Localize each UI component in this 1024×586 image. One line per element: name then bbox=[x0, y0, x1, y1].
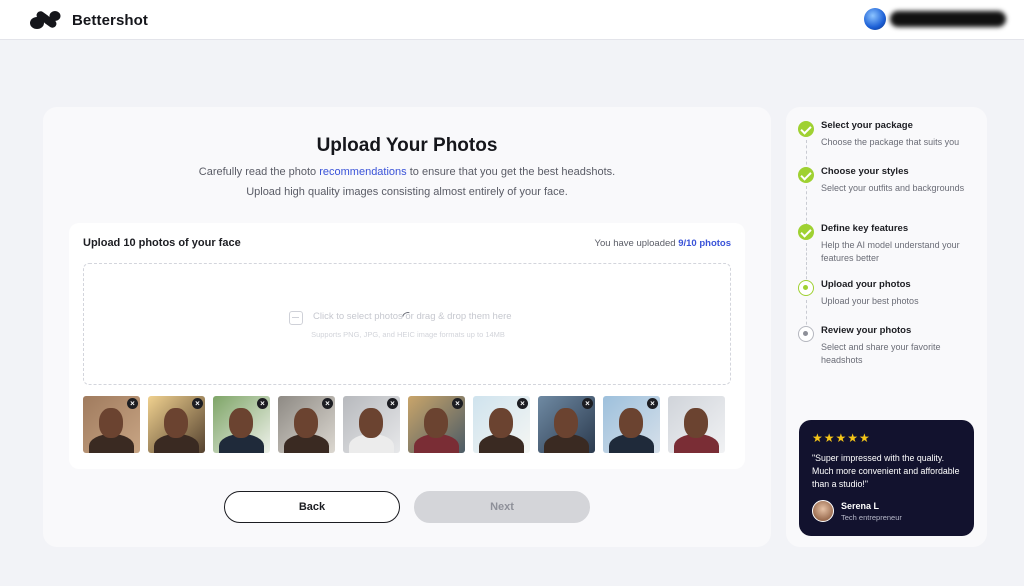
photo-thumbnail-uploading bbox=[668, 396, 725, 453]
photo-thumbnail[interactable]: × bbox=[408, 396, 465, 453]
photo-thumbnail[interactable]: × bbox=[278, 396, 335, 453]
thumbnail-face bbox=[294, 408, 318, 438]
thumbnail-face bbox=[359, 408, 383, 438]
account-menu[interactable]: ████████████ bbox=[864, 8, 1006, 30]
step-description: Choose the package that suits you bbox=[821, 137, 960, 147]
page-title: Upload Your Photos bbox=[316, 135, 498, 156]
star-rating-icon: ★★★★★ bbox=[812, 431, 871, 445]
step-title: Select your package bbox=[821, 120, 913, 131]
step-description: Select and share your favorite headshots bbox=[821, 342, 941, 365]
remove-photo-icon[interactable]: × bbox=[582, 398, 593, 409]
photo-thumbnail[interactable]: × bbox=[603, 396, 660, 453]
testimonial-card: ★★★★★ "Super impressed with the quality.… bbox=[799, 420, 974, 536]
step-description: Help the AI model understand your featur… bbox=[821, 240, 960, 263]
remove-photo-icon[interactable]: × bbox=[192, 398, 203, 409]
thumbnail-face bbox=[489, 408, 513, 438]
remove-photo-icon[interactable]: × bbox=[452, 398, 463, 409]
page-subtitle-line2: Upload high quality images consisting al… bbox=[246, 186, 568, 198]
step-connector bbox=[805, 186, 807, 226]
progress-sidebar: Select your package Choose the package t… bbox=[786, 107, 987, 547]
check-circle-icon bbox=[798, 121, 814, 137]
photo-thumbnail[interactable]: × bbox=[343, 396, 400, 453]
account-avatar[interactable] bbox=[864, 8, 886, 30]
testimonial-quote: "Super impressed with the quality. Much … bbox=[812, 453, 960, 489]
check-circle-icon bbox=[798, 224, 814, 240]
check-circle-icon bbox=[798, 167, 814, 183]
photo-thumbnail[interactable]: × bbox=[538, 396, 595, 453]
remove-photo-icon[interactable]: × bbox=[517, 398, 528, 409]
upload-panel: Upload 10 photos of your face You have u… bbox=[69, 223, 745, 469]
bettershot-logo-icon bbox=[30, 11, 61, 29]
top-bar: Bettershot ████████████ bbox=[0, 0, 1024, 40]
subtitle-suffix: to ensure that you get the best headshot… bbox=[406, 166, 616, 178]
step-title: Choose your styles bbox=[821, 166, 909, 177]
thumbnail-face bbox=[164, 408, 188, 438]
thumbnail-face bbox=[554, 408, 578, 438]
upload-card: Upload Your Photos Carefully read the ph… bbox=[43, 107, 771, 547]
thumbnail-strip: × × × × × × × × × bbox=[83, 396, 725, 453]
brand-name: Bettershot bbox=[72, 11, 149, 29]
recommendations-link[interactable]: recommendations bbox=[319, 166, 406, 178]
next-button[interactable]: Next bbox=[414, 491, 590, 523]
photo-thumbnail[interactable]: × bbox=[83, 396, 140, 453]
reviewer-role: Tech entrepreneur bbox=[841, 513, 902, 522]
step-description: Upload your best photos bbox=[821, 296, 919, 306]
remove-photo-icon[interactable]: × bbox=[127, 398, 138, 409]
thumbnail-face bbox=[99, 408, 123, 438]
photo-thumbnail[interactable]: × bbox=[148, 396, 205, 453]
subtitle-prefix: Carefully read the photo bbox=[198, 166, 320, 178]
upload-count-prefix: You have uploaded bbox=[594, 238, 679, 249]
dropzone-subtext: Supports PNG, JPG, and HEIC image format… bbox=[311, 330, 505, 339]
remove-photo-icon[interactable]: × bbox=[322, 398, 333, 409]
photo-dropzone[interactable]: Click to select photos or drag & drop th… bbox=[83, 263, 731, 385]
back-button[interactable]: Back bbox=[224, 491, 400, 523]
step-title: Define key features bbox=[821, 223, 909, 234]
reviewer-avatar bbox=[812, 500, 834, 522]
step-title: Review your photos bbox=[821, 325, 912, 336]
step-title: Upload your photos bbox=[821, 279, 911, 290]
thumbnail-face bbox=[619, 408, 643, 438]
remove-photo-icon[interactable]: × bbox=[257, 398, 268, 409]
step-connector bbox=[805, 140, 807, 170]
upload-count: You have uploaded 9/10 photos bbox=[595, 238, 731, 249]
upload-heading: Upload 10 photos of your face bbox=[83, 237, 241, 249]
page-subtitle: Carefully read the photo recommendations… bbox=[43, 166, 771, 178]
account-name[interactable]: ████████████ bbox=[890, 11, 1006, 27]
step-description: Select your outfits and backgrounds bbox=[821, 183, 965, 193]
remove-photo-icon[interactable]: × bbox=[387, 398, 398, 409]
thumbnail-face bbox=[684, 408, 708, 438]
image-upload-icon bbox=[289, 311, 303, 325]
photo-thumbnail[interactable]: × bbox=[473, 396, 530, 453]
thumbnail-face bbox=[424, 408, 448, 438]
pending-step-icon bbox=[798, 326, 814, 342]
reviewer-name: Serena L bbox=[841, 501, 880, 511]
upload-count-value: 9/10 photos bbox=[678, 238, 731, 249]
thumbnail-face bbox=[229, 408, 253, 438]
photo-thumbnail[interactable]: × bbox=[213, 396, 270, 453]
remove-photo-icon[interactable]: × bbox=[647, 398, 658, 409]
step-connector bbox=[805, 243, 807, 284]
current-step-icon bbox=[798, 280, 814, 296]
brand[interactable]: Bettershot bbox=[28, 9, 148, 31]
